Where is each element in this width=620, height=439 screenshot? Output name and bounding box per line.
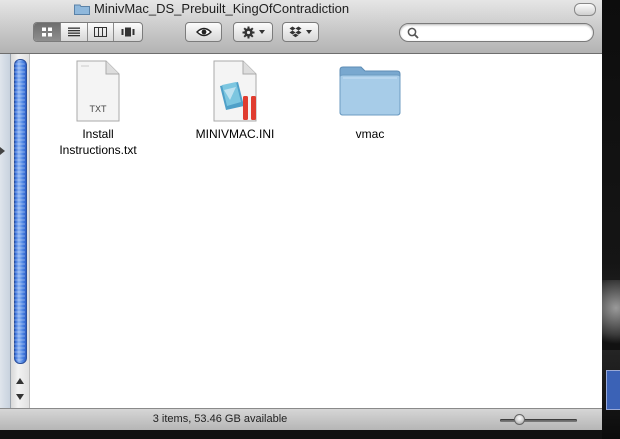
vertical-scrollbar[interactable] [11, 54, 30, 408]
cover-flow-icon [121, 27, 135, 37]
chevron-down-icon [258, 30, 265, 34]
chevron-down-icon [306, 30, 312, 34]
view-mode-switcher[interactable] [33, 22, 143, 42]
quick-look-button[interactable] [185, 22, 222, 42]
list-view-icon [67, 27, 80, 37]
status-bar: 3 items, 53.46 GB available [0, 408, 602, 430]
scroll-down-arrow-icon[interactable] [16, 394, 24, 400]
list-view-button[interactable] [61, 23, 88, 41]
disclosure-triangle-icon[interactable] [0, 147, 5, 155]
window-title: MinivMac_DS_Prebuilt_KingOfContradiction [94, 1, 350, 16]
search-field[interactable] [399, 23, 594, 42]
file-icon-area: TXT Install Instructions.txt MINIVMAC.IN… [30, 54, 602, 408]
file-name-label: vmac [355, 127, 385, 141]
search-input[interactable] [424, 25, 588, 41]
finder-window: MinivMac_DS_Prebuilt_KingOfContradiction [0, 0, 602, 430]
cover-flow-view-button[interactable] [114, 23, 142, 41]
action-menu-button[interactable] [233, 22, 273, 42]
title-bar: MinivMac_DS_Prebuilt_KingOfContradiction [0, 0, 602, 54]
gear-icon [242, 26, 254, 38]
desktop-bottom-edge [0, 430, 602, 439]
icon-size-slider[interactable] [500, 419, 577, 422]
column-view-button[interactable] [88, 23, 115, 41]
folder-icon [339, 66, 401, 116]
desktop-icon-fragment [606, 370, 620, 410]
txt-badge: TXT [90, 104, 108, 114]
eye-icon [195, 27, 212, 37]
file-name-label: Install Instructions.txt [59, 127, 137, 157]
scroll-up-arrow-icon[interactable] [16, 378, 24, 384]
search-icon [407, 27, 419, 39]
icon-view-button[interactable] [34, 23, 61, 41]
column-view-icon [93, 27, 107, 37]
file-item-install-instructions[interactable]: TXT Install Instructions.txt [43, 60, 153, 158]
file-item-minivmac-ini[interactable]: MINIVMAC.INI [180, 60, 290, 142]
dropbox-icon [289, 26, 302, 38]
dropbox-button[interactable] [282, 22, 319, 42]
icon-size-slider-knob[interactable] [514, 414, 525, 425]
desktop-image-fragment [600, 280, 620, 350]
file-item-vmac-folder[interactable]: vmac [315, 60, 425, 142]
scroll-thumb-texture [14, 60, 25, 361]
sidebar-edge[interactable] [0, 54, 11, 408]
ini-document-icon [213, 60, 257, 122]
file-name-label: MINIVMAC.INI [195, 127, 275, 141]
folder-icon [74, 4, 90, 15]
toolbar-toggle-button[interactable] [574, 3, 596, 16]
text-document-icon: TXT [76, 60, 120, 122]
icon-view-icon [41, 27, 52, 37]
status-text: 3 items, 53.46 GB available [152, 413, 288, 425]
